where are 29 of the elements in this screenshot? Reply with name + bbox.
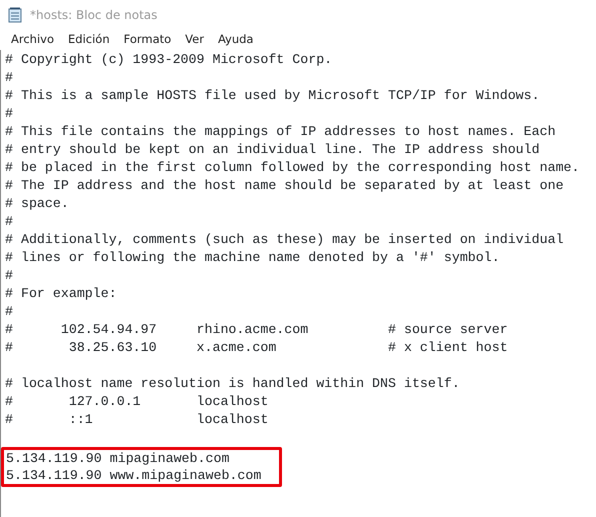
text-line: # This file contains the mappings of IP addresses to host names. Each	[5, 123, 557, 141]
text-line: #	[5, 213, 14, 231]
menu-item[interactable]: Formato	[116, 31, 178, 49]
text-line: #	[5, 267, 14, 285]
window-title: *hosts: Bloc de notas	[30, 7, 158, 24]
text-line: # localhost name resolution is handled within DNS itself.	[5, 375, 461, 393]
text-line: # This is a sample HOSTS file used by Microsoft TCP/IP for Windows.	[5, 87, 541, 105]
menu-item[interactable]: Ayuda	[210, 31, 260, 49]
text-line: # 102.54.94.97 rhino.acme.com # source server	[5, 321, 509, 339]
text-line: # ::1 localhost	[5, 411, 270, 429]
menu-item[interactable]: Ver	[178, 31, 211, 49]
text-line: # lines or following the machine name denoted by a '#' symbol.	[5, 249, 501, 267]
text-line: # The IP address and the host name should be separated by at least one	[5, 177, 565, 195]
text-line: # Copyright (c) 1993-2009 Microsoft Corp.	[5, 51, 334, 69]
text-line: # space.	[5, 195, 70, 213]
text-line: 5.134.119.90 www.mipaginaweb.com	[6, 467, 262, 484]
text-line: # For example:	[5, 285, 118, 303]
menu-item[interactable]: Edición	[61, 31, 117, 49]
text-line: # be placed in the first column followed by the corresponding host name.	[5, 159, 581, 177]
text-line: #	[5, 69, 14, 87]
text-line: # entry should be kept on an individual line. The IP address should	[5, 141, 541, 159]
text-line: # Additionally, comments (such as these) may be inserted on individual	[5, 231, 565, 249]
text-line: # 38.25.63.10 x.acme.com # x client host	[5, 339, 509, 357]
notepad-icon	[8, 7, 22, 23]
text-line: #	[5, 105, 14, 123]
text-line: 5.134.119.90 mipaginaweb.com	[6, 450, 230, 467]
text-line: # 127.0.0.1 localhost	[5, 393, 270, 411]
menu-item[interactable]: Archivo	[4, 31, 61, 49]
text-line: #	[5, 303, 14, 321]
